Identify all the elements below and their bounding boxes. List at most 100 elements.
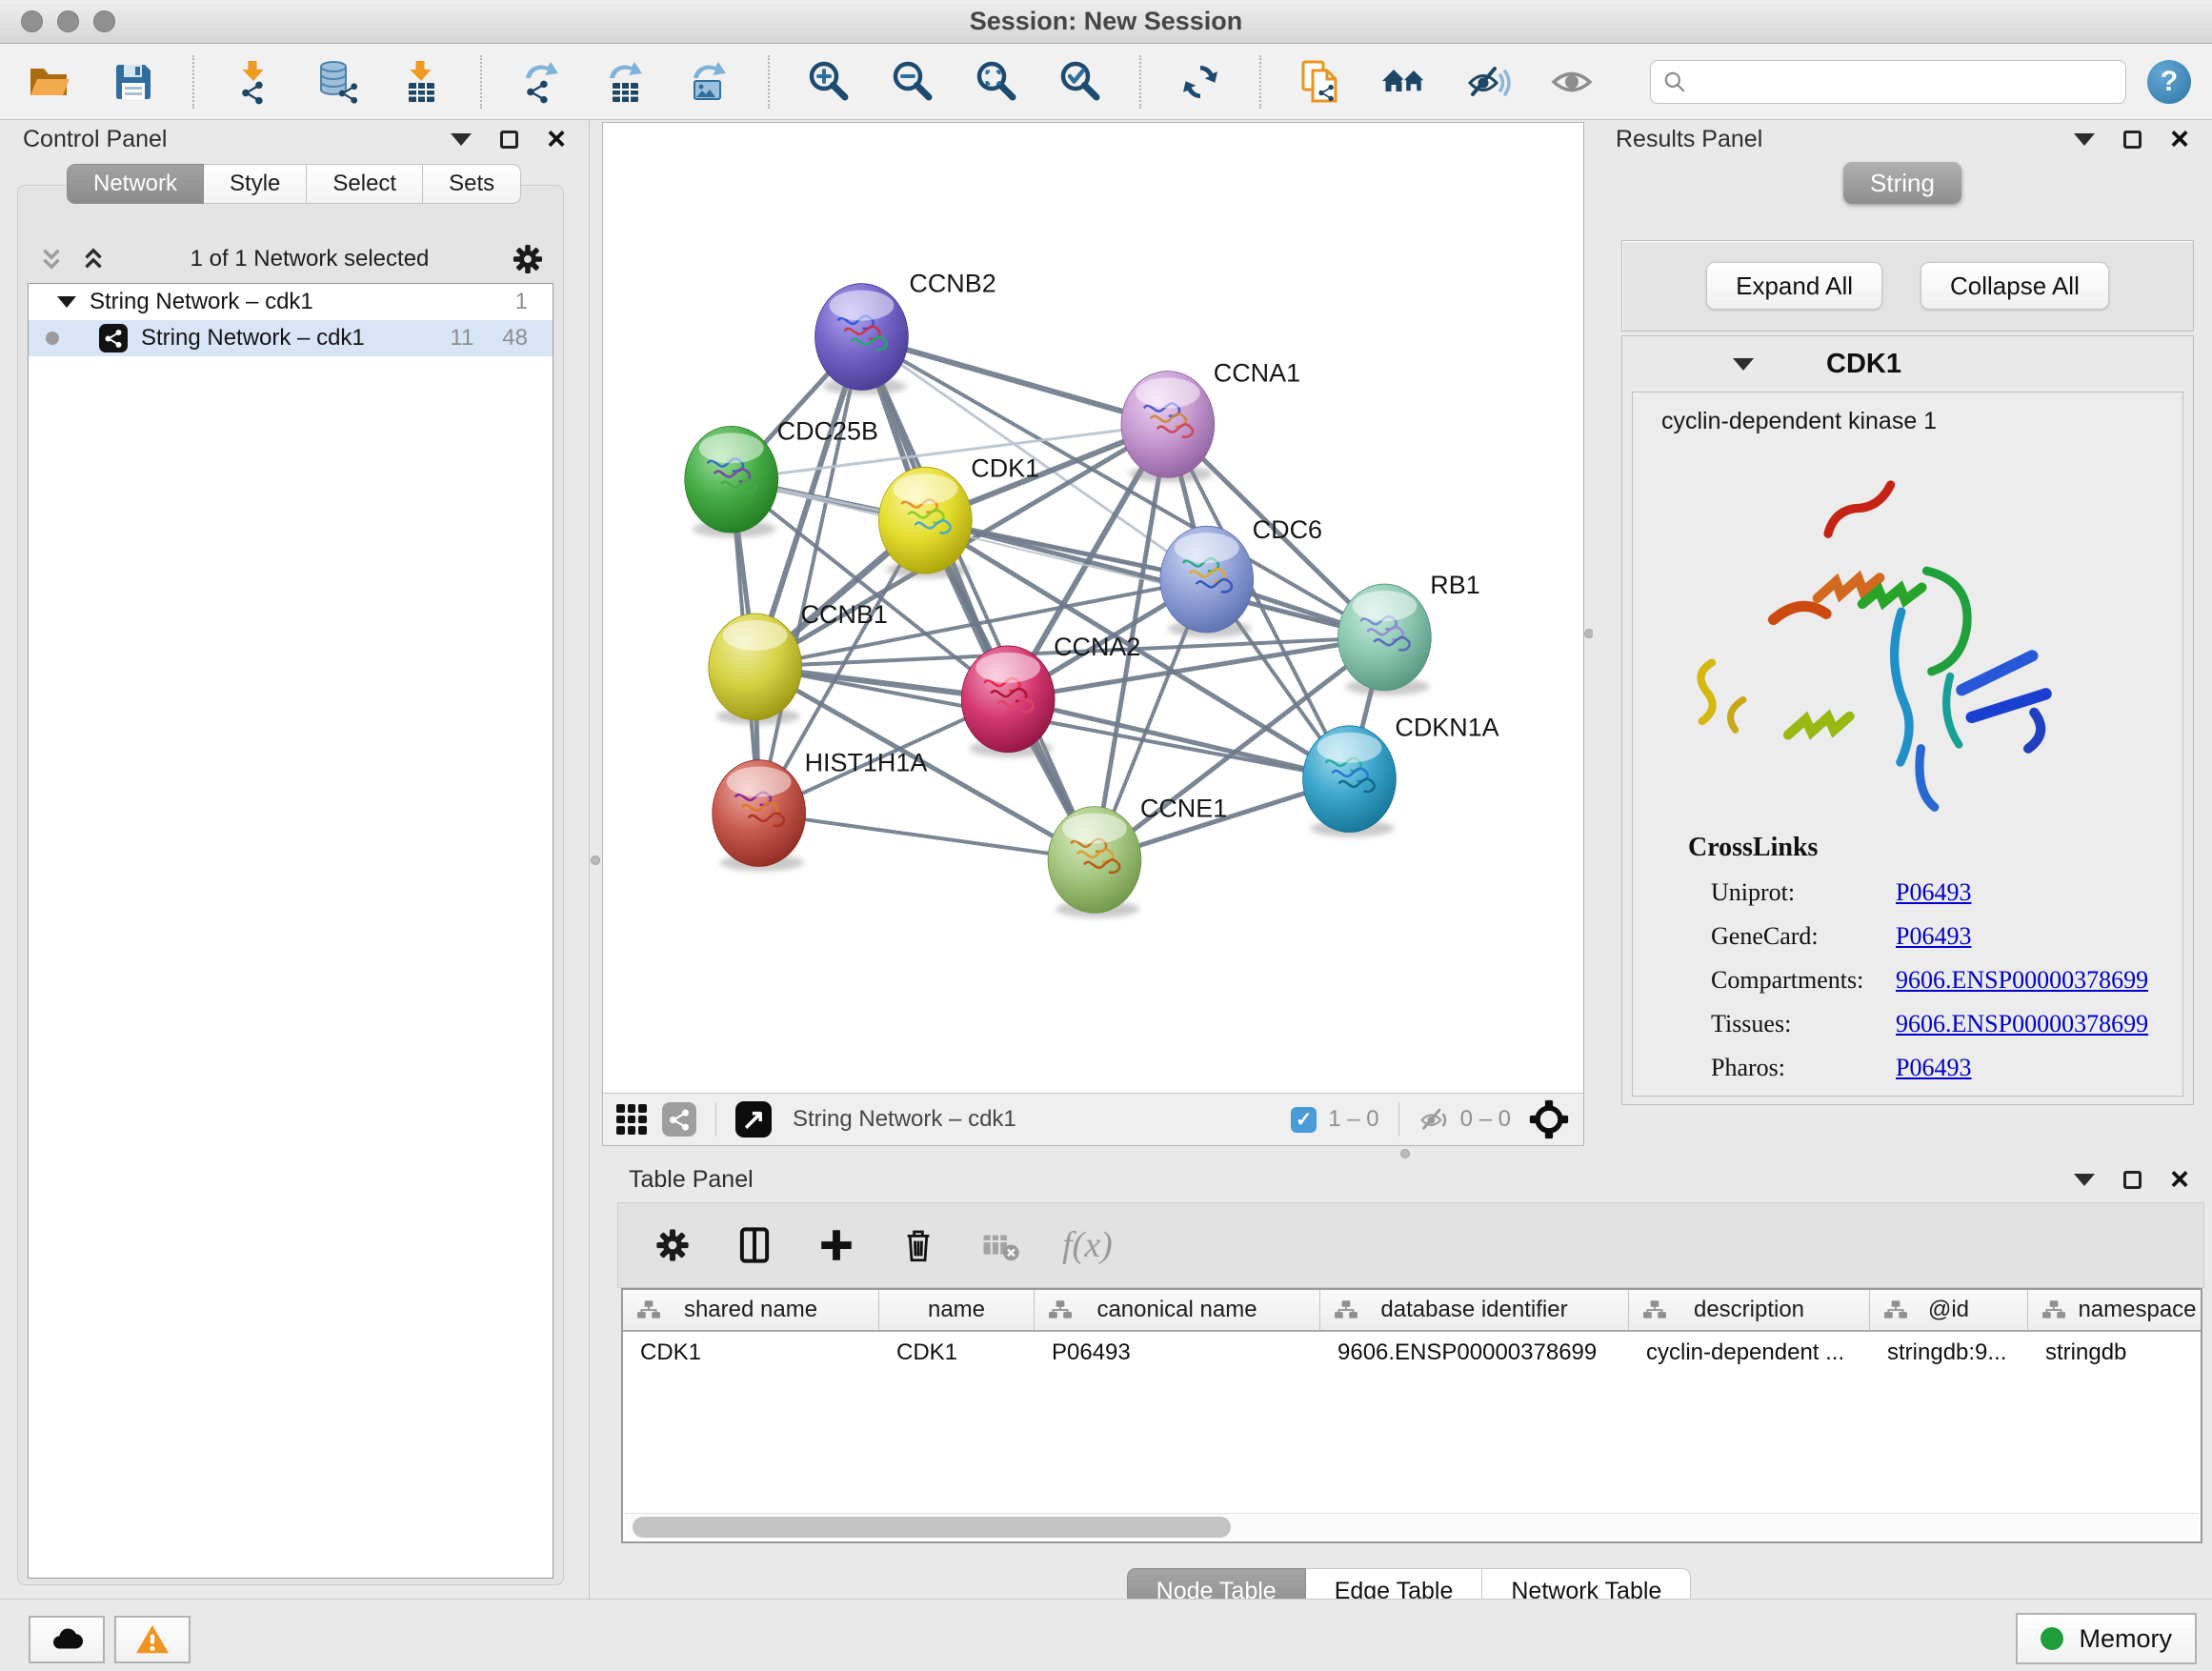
horizontal-scrollbar[interactable] xyxy=(625,1513,2199,1540)
network-edge-CCNA2-CDKN1A[interactable] xyxy=(1008,699,1349,779)
cloud-button[interactable] xyxy=(29,1616,105,1663)
plus-icon[interactable] xyxy=(816,1225,856,1265)
refresh-button[interactable] xyxy=(1172,52,1229,111)
close-window-button[interactable] xyxy=(21,10,43,32)
expand-all-icon[interactable] xyxy=(77,245,110,273)
hide-eye-button[interactable] xyxy=(1459,52,1517,111)
table-cell[interactable]: stringdb xyxy=(2028,1332,2202,1374)
left-splitter-handle[interactable] xyxy=(591,856,600,865)
result-entry-header[interactable]: CDK1 xyxy=(1622,336,2193,392)
column-header-database-identifier[interactable]: database identifier xyxy=(1320,1290,1629,1330)
zoom-in-button[interactable] xyxy=(800,52,857,111)
minimize-window-button[interactable] xyxy=(57,10,79,32)
column-header-canonical-name[interactable]: canonical name xyxy=(1035,1290,1320,1330)
network-edge-CCNB2-CCNE1[interactable] xyxy=(861,337,1095,860)
panel-menu-icon[interactable] xyxy=(2074,1174,2095,1186)
export-image-button[interactable] xyxy=(680,52,737,111)
tab-network[interactable]: Network xyxy=(67,164,204,204)
network-node-CCNE1[interactable]: CCNE1 xyxy=(1048,795,1227,918)
export-network-button[interactable] xyxy=(513,52,570,111)
panel-close-icon[interactable]: × xyxy=(2170,130,2189,149)
network-node-CDKN1A[interactable]: CDKN1A xyxy=(1303,714,1499,837)
warning-button[interactable] xyxy=(114,1616,191,1663)
collapse-all-icon[interactable] xyxy=(35,245,68,273)
function-builder-button[interactable]: f(x) xyxy=(1062,1224,1113,1266)
tab-select[interactable]: Select xyxy=(307,164,423,204)
show-eye-button[interactable] xyxy=(1543,52,1600,111)
zoom-window-button[interactable] xyxy=(93,10,115,32)
network-node-CCNB2[interactable]: CCNB2 xyxy=(815,270,996,395)
save-button[interactable] xyxy=(105,52,162,111)
entry-collapse-icon[interactable] xyxy=(1733,358,1754,371)
tab-style[interactable]: Style xyxy=(204,164,307,204)
panel-float-icon[interactable] xyxy=(500,131,518,149)
network-node-CDC6[interactable]: CDC6 xyxy=(1160,515,1322,637)
table-row[interactable]: CDK1CDK1P064939606.ENSP00000378699cyclin… xyxy=(623,1332,2201,1374)
table-cell[interactable]: CDK1 xyxy=(879,1332,1035,1374)
home-neighbors-button[interactable] xyxy=(1376,52,1433,111)
columns-icon[interactable] xyxy=(734,1225,774,1265)
network-edge-CCNB2-CCNA1[interactable] xyxy=(861,337,1167,425)
zoom-out-button[interactable] xyxy=(884,52,941,111)
external-link-icon[interactable]: ↗ xyxy=(735,1101,772,1137)
crosslink-row: Tissues:9606.ENSP00000378699 xyxy=(1688,1002,2148,1046)
share-icon[interactable] xyxy=(662,1102,696,1137)
collection-expand-icon[interactable] xyxy=(57,296,76,308)
export-table-button[interactable] xyxy=(596,52,654,111)
crosslink-link[interactable]: P06493 xyxy=(1896,1046,1971,1090)
panel-menu-icon[interactable] xyxy=(451,133,472,146)
column-header--id[interactable]: @id xyxy=(1870,1290,2028,1330)
import-network-button[interactable] xyxy=(225,52,282,111)
column-header-description[interactable]: description xyxy=(1629,1290,1870,1330)
tab-string[interactable]: String xyxy=(1843,162,1961,204)
table-cell[interactable]: CDK1 xyxy=(623,1332,879,1374)
crosslink-link[interactable]: 9606.ENSP00000378699 xyxy=(1896,1002,2148,1046)
network-node-RB1[interactable]: RB1 xyxy=(1337,571,1479,695)
gear-icon[interactable] xyxy=(510,241,546,277)
memory-button[interactable]: Memory xyxy=(2016,1613,2197,1664)
gear-icon[interactable] xyxy=(653,1225,693,1265)
scrollbar-thumb[interactable] xyxy=(633,1517,1231,1538)
duplicate-pages-button[interactable] xyxy=(1292,52,1349,111)
open-folder-button[interactable] xyxy=(21,52,78,111)
trash-icon[interactable] xyxy=(898,1225,938,1265)
panel-float-icon[interactable] xyxy=(2123,131,2142,149)
expand-all-button[interactable]: Expand All xyxy=(1706,262,1882,310)
network-edge-HIST1H1A-CCNE1[interactable] xyxy=(759,814,1095,860)
tab-sets[interactable]: Sets xyxy=(423,164,521,204)
table-cell[interactable]: P06493 xyxy=(1035,1332,1320,1374)
panel-close-icon[interactable]: × xyxy=(2170,1170,2189,1189)
zoom-fit-button[interactable] xyxy=(968,52,1025,111)
network-node-HIST1H1A[interactable]: HIST1H1A xyxy=(713,749,928,872)
network-edge-CCNB2-HIST1H1A[interactable] xyxy=(759,337,862,814)
panel-close-icon[interactable]: × xyxy=(547,130,566,149)
crosshair-icon[interactable] xyxy=(1528,1098,1570,1140)
crosslink-link[interactable]: P06493 xyxy=(1896,871,1971,915)
network-row-selected[interactable]: String Network – cdk1 11 48 xyxy=(29,320,553,356)
column-header-shared-name[interactable]: shared name xyxy=(623,1290,879,1330)
panel-float-icon[interactable] xyxy=(2123,1171,2142,1189)
table-cell[interactable]: stringdb:9... xyxy=(1870,1332,2028,1374)
network-type-icon xyxy=(99,324,128,352)
hidden-eye-icon[interactable] xyxy=(1418,1103,1451,1136)
collapse-all-button[interactable]: Collapse All xyxy=(1920,262,2109,310)
column-header-namespace[interactable]: namespace xyxy=(2028,1290,2202,1330)
network-collection-row[interactable]: String Network – cdk1 1 xyxy=(29,284,553,320)
table-cell[interactable]: cyclin-dependent ... xyxy=(1629,1332,1870,1374)
import-database-button[interactable] xyxy=(309,52,366,111)
horizontal-splitter-handle[interactable] xyxy=(1400,1149,1410,1158)
help-button[interactable]: ? xyxy=(2147,60,2191,104)
grid-view-icon[interactable] xyxy=(616,1104,647,1135)
column-header-name[interactable]: name xyxy=(879,1290,1035,1330)
checkbox-checked-icon[interactable]: ✓ xyxy=(1291,1107,1317,1133)
table-cell[interactable]: 9606.ENSP00000378699 xyxy=(1320,1332,1629,1374)
panel-menu-icon[interactable] xyxy=(2074,133,2095,146)
search-box[interactable] xyxy=(1650,60,2126,104)
zoom-selected-button[interactable] xyxy=(1052,52,1109,111)
search-input[interactable] xyxy=(1695,69,2114,95)
delete-table-icon[interactable] xyxy=(980,1225,1020,1265)
crosslink-link[interactable]: P06493 xyxy=(1896,915,1971,958)
network-canvas[interactable]: CCNB2CCNA1CDC25BCDK1CDC6RB1CCNB1CCNA2CDK… xyxy=(603,123,1583,1093)
crosslink-link[interactable]: 9606.ENSP00000378699 xyxy=(1896,958,2148,1002)
import-table-button[interactable] xyxy=(392,52,450,111)
